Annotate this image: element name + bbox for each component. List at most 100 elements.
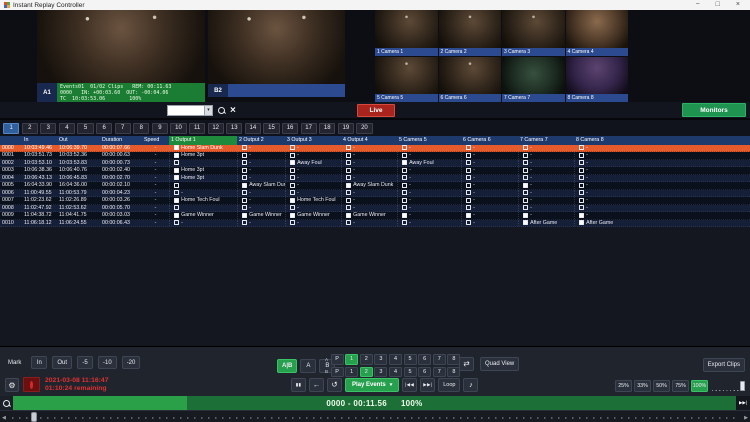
speed-75[interactable]: 75% xyxy=(672,380,689,392)
ab-both-button[interactable]: A|B xyxy=(277,359,297,373)
table-row-0010[interactable]: 001011:06:18.1211:06:24.5500:00:06.43---… xyxy=(0,220,750,228)
channel-checkbox[interactable] xyxy=(579,213,584,218)
channel-checkbox[interactable] xyxy=(466,213,471,218)
channel-checkbox[interactable] xyxy=(242,153,247,158)
tab-9[interactable]: 9 xyxy=(152,123,168,134)
channel-checkbox[interactable] xyxy=(523,213,528,218)
channel-checkbox[interactable] xyxy=(466,205,471,210)
5-button[interactable]: -5 xyxy=(77,356,93,369)
audio-button[interactable]: ♪ xyxy=(463,378,478,392)
column-header-3-output-3[interactable]: 3 Output 3 xyxy=(285,136,341,145)
search-clear-icon[interactable]: × xyxy=(230,106,236,116)
channel-checkbox[interactable] xyxy=(290,198,295,203)
channel-checkbox[interactable] xyxy=(346,153,351,158)
ruler-scroll-right-icon[interactable]: ▶ xyxy=(744,415,748,421)
channel-checkbox[interactable] xyxy=(174,198,179,203)
tab-11[interactable]: 11 xyxy=(189,123,205,134)
channel-checkbox[interactable] xyxy=(579,190,584,195)
channel-checkbox[interactable] xyxy=(402,175,407,180)
bank-b-channel-5[interactable]: 5 xyxy=(404,367,417,378)
bank-a-channel-5[interactable]: 5 xyxy=(404,354,417,365)
channel-checkbox[interactable] xyxy=(579,220,584,225)
channel-checkbox[interactable] xyxy=(466,160,471,165)
channel-checkbox[interactable] xyxy=(466,168,471,173)
channel-checkbox[interactable] xyxy=(579,160,584,165)
column-header-5-camera-5[interactable]: 5 Camera 5 xyxy=(397,136,461,145)
channel-checkbox[interactable] xyxy=(174,153,179,158)
bank-b-channel-2[interactable]: 2 xyxy=(360,367,373,378)
quad-view-button[interactable]: Quad View xyxy=(480,357,519,371)
channel-checkbox[interactable] xyxy=(346,190,351,195)
mark-button[interactable]: Mark xyxy=(7,356,26,369)
bank-b-channel-6[interactable]: 6 xyxy=(418,367,431,378)
channel-checkbox[interactable] xyxy=(402,183,407,188)
channel-checkbox[interactable] xyxy=(174,160,179,165)
channel-checkbox[interactable] xyxy=(174,145,179,150)
search-dropdown-caret-icon[interactable]: ▾ xyxy=(204,106,212,115)
skip-end-button[interactable]: ▶▶| xyxy=(420,378,435,392)
tab-18[interactable]: 18 xyxy=(319,123,335,134)
search-input[interactable] xyxy=(168,106,204,115)
channel-checkbox[interactable] xyxy=(346,220,351,225)
channel-checkbox[interactable] xyxy=(242,145,247,150)
channel-checkbox[interactable] xyxy=(174,220,179,225)
channel-checkbox[interactable] xyxy=(242,190,247,195)
tab-10[interactable]: 10 xyxy=(170,123,186,134)
loop-button[interactable]: Loop xyxy=(438,378,460,392)
channel-checkbox[interactable] xyxy=(346,183,351,188)
export-clips-button[interactable]: Export Clips xyxy=(703,358,745,372)
channel-checkbox[interactable] xyxy=(290,205,295,210)
channel-checkbox[interactable] xyxy=(290,175,295,180)
bank-a-channel-4[interactable]: 4 xyxy=(389,354,402,365)
channel-checkbox[interactable] xyxy=(174,175,179,180)
channel-checkbox[interactable] xyxy=(466,145,471,150)
channel-checkbox[interactable] xyxy=(523,220,528,225)
table-row-0007[interactable]: 000711:02:23.6211:02:26.8900:00:03.26-Ho… xyxy=(0,197,750,205)
channel-checkbox[interactable] xyxy=(523,168,528,173)
tab-17[interactable]: 17 xyxy=(301,123,317,134)
speed-50[interactable]: 50% xyxy=(653,380,670,392)
tab-2[interactable]: 2 xyxy=(22,123,38,134)
table-row-0001[interactable]: 000110:03:51.7310:03:52.3600:00:00.63-Ho… xyxy=(0,152,750,160)
channel-checkbox[interactable] xyxy=(290,168,295,173)
camera-thumb-7[interactable]: 7 Camera 7 xyxy=(502,57,565,103)
monitor-b[interactable]: B2 xyxy=(208,10,345,102)
tab-16[interactable]: 16 xyxy=(282,123,298,134)
close-icon[interactable]: × xyxy=(736,0,740,10)
table-row-0009[interactable]: 000911:04:38.7211:04:41.7500:00:03.03-Ga… xyxy=(0,212,750,220)
bank-b-channel-7[interactable]: 7 xyxy=(433,367,446,378)
camera-thumb-5[interactable]: 5 Camera 5 xyxy=(375,57,438,103)
channel-checkbox[interactable] xyxy=(290,190,295,195)
timeline-scrubber[interactable] xyxy=(31,412,37,422)
column-header-2-output-2[interactable]: 2 Output 2 xyxy=(237,136,285,145)
pause-button[interactable]: ▮▮ xyxy=(291,378,306,392)
bank-b-channel-3[interactable]: 3 xyxy=(374,367,387,378)
channel-checkbox[interactable] xyxy=(242,220,247,225)
column-header-4-output-4[interactable]: 4 Output 4 xyxy=(341,136,397,145)
channel-checkbox[interactable] xyxy=(402,198,407,203)
tab-3[interactable]: 3 xyxy=(40,123,56,134)
channel-checkbox[interactable] xyxy=(523,190,528,195)
monitor-a[interactable]: A1 Events01 01/02 Clips REM: 00:11.63 00… xyxy=(37,10,205,102)
table-row-0008[interactable]: 000811:02:47.9211:02:53.6200:00:05.70---… xyxy=(0,205,750,213)
back-button[interactable]: ← xyxy=(309,378,324,392)
tab-6[interactable]: 6 xyxy=(96,123,112,134)
channel-checkbox[interactable] xyxy=(523,183,528,188)
channel-checkbox[interactable] xyxy=(346,213,351,218)
search-icon[interactable] xyxy=(217,106,226,115)
channel-checkbox[interactable] xyxy=(290,220,295,225)
table-row-0005[interactable]: 000516:04:33.9016:04:36.0000:00:02.10-Aw… xyxy=(0,182,750,190)
20-button[interactable]: -20 xyxy=(122,356,141,369)
channel-checkbox[interactable] xyxy=(174,213,179,218)
column-header-6-camera-6[interactable]: 6 Camera 6 xyxy=(461,136,518,145)
column-header-duration[interactable]: Duration xyxy=(100,136,142,145)
channel-checkbox[interactable] xyxy=(402,213,407,218)
live-button[interactable]: Live xyxy=(357,104,395,117)
in-button[interactable]: In xyxy=(31,356,47,369)
channel-checkbox[interactable] xyxy=(523,160,528,165)
channel-checkbox[interactable] xyxy=(402,160,407,165)
speed-slider[interactable] xyxy=(712,381,745,391)
channel-checkbox[interactable] xyxy=(466,198,471,203)
channel-checkbox[interactable] xyxy=(346,175,351,180)
channel-checkbox[interactable] xyxy=(174,183,179,188)
